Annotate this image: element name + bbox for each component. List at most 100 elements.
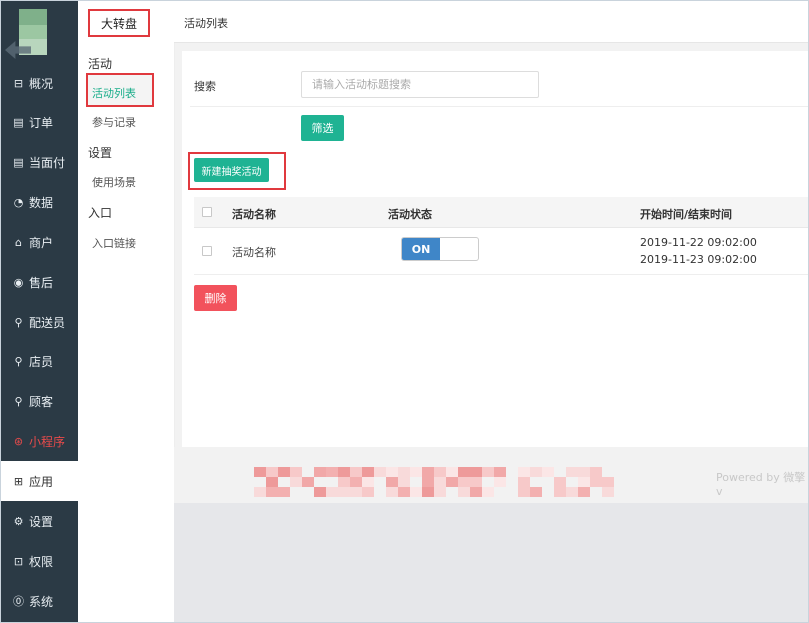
merchant-icon: ⌂	[15, 235, 22, 249]
redaction-pixel	[314, 467, 326, 477]
sidebar-item-label: 权限	[29, 554, 54, 569]
submenu-title: 大转盘	[88, 9, 150, 37]
redaction-pixel	[314, 487, 326, 497]
submenu-item-scenes[interactable]: 使用场景	[92, 174, 136, 190]
sidebar-item-orders[interactable]: ▤ 订单	[1, 102, 78, 142]
redaction-pixel	[326, 487, 338, 497]
sidebar-item-settings[interactable]: ⚙ 设置	[1, 501, 78, 541]
redaction-pixel	[266, 477, 278, 487]
redaction-pixel	[350, 487, 362, 497]
redaction-pixel	[422, 467, 434, 477]
redaction-pixel	[590, 477, 602, 487]
select-all-checkbox[interactable]	[202, 207, 212, 217]
submenu-group-settings: 设置	[88, 146, 113, 160]
redaction-pixel	[350, 477, 362, 487]
redaction-pixel	[410, 487, 422, 497]
column-header-name: 活动名称	[232, 208, 276, 221]
divider	[190, 106, 808, 107]
main-sidebar: ⊟ 概况 ▤ 订单 ▤ 当面付 ◔ 数据 ⌂ 商户 ◉ 售后 ⚲ 配送员 ⚲ 店	[1, 1, 78, 622]
status-toggle[interactable]: ON	[401, 237, 479, 261]
redaction-pixel	[518, 467, 530, 477]
redaction-pixel	[278, 467, 290, 477]
redaction-pixel	[398, 477, 410, 487]
data-icon: ◔	[13, 195, 24, 209]
redaction-pixel	[494, 467, 506, 477]
delete-button[interactable]: 删除	[194, 285, 237, 311]
redaction-pixel	[302, 477, 314, 487]
lock-icon: ⊡	[13, 554, 24, 568]
redaction-pixel	[446, 477, 458, 487]
sidebar-item-after-sales[interactable]: ◉ 售后	[1, 262, 78, 302]
redaction-pixel	[566, 487, 578, 497]
sidebar-item-clerk[interactable]: ⚲ 店员	[1, 341, 78, 381]
submenu-item-records[interactable]: 参与记录	[92, 114, 136, 130]
redaction-pixel	[266, 467, 278, 477]
sidebar-item-overview[interactable]: ⊟ 概况	[1, 63, 78, 103]
activity-name: 活动名称	[232, 246, 276, 259]
redaction-pixel	[578, 477, 590, 487]
redaction-pixel	[554, 487, 566, 497]
table-row: 活动名称 ON 2019-11-22 09:02:00 2019-11-23 0…	[194, 228, 808, 275]
sidebar-item-label: 售后	[29, 275, 54, 290]
redaction-pixel	[554, 477, 566, 487]
redaction-pixel	[434, 477, 446, 487]
sidebar-item-label: 设置	[29, 514, 54, 529]
redaction-pixel	[362, 477, 374, 487]
redaction-pixel	[278, 487, 290, 497]
redaction-pixel	[578, 487, 590, 497]
sidebar-item-mini-program[interactable]: ⊛ 小程序	[1, 421, 78, 461]
sidebar-item-apps[interactable]: ⊞ 应用	[1, 461, 78, 501]
redaction-pixel	[494, 477, 506, 487]
settings-icon: ⚙	[13, 514, 24, 528]
after-sales-icon: ◉	[13, 275, 24, 289]
redaction-pixel	[482, 487, 494, 497]
redaction-pixel	[338, 477, 350, 487]
redaction-pixel	[458, 467, 470, 477]
sidebar-item-label: 数据	[29, 195, 54, 210]
redaction-pixel	[422, 487, 434, 497]
end-time: 2019-11-23 09:02:00	[640, 253, 757, 266]
sidebar-item-system[interactable]: ⓪ 系统	[1, 581, 78, 621]
redaction-pixel	[386, 477, 398, 487]
create-activity-button[interactable]: 新建抽奖活动	[194, 158, 269, 182]
submenu-item-activity-list[interactable]: 活动列表	[92, 85, 136, 101]
submenu-group-activity: 活动	[88, 57, 113, 71]
submenu-group-entry: 入口	[88, 206, 113, 220]
redaction-pixel	[530, 487, 542, 497]
redaction-pixel	[470, 487, 482, 497]
redaction-pixel	[386, 467, 398, 477]
redaction-pixel	[338, 487, 350, 497]
sidebar-item-permissions[interactable]: ⊡ 权限	[1, 541, 78, 581]
sidebar-item-label: 概况	[29, 76, 54, 91]
sidebar-item-face-pay[interactable]: ▤ 当面付	[1, 142, 78, 182]
submenu-item-entry-link[interactable]: 入口链接	[92, 235, 136, 251]
redaction-pixel	[398, 487, 410, 497]
sidebar-item-merchant[interactable]: ⌂ 商户	[1, 222, 78, 262]
page-header: 活动列表	[174, 1, 808, 43]
courier-icon: ⚲	[14, 315, 23, 329]
column-header-status: 活动状态	[388, 208, 432, 221]
filter-button[interactable]: 筛选	[301, 115, 344, 141]
sidebar-item-label: 商户	[29, 235, 54, 250]
sidebar-item-courier[interactable]: ⚲ 配送员	[1, 302, 78, 342]
redaction-pixel	[482, 467, 494, 477]
face-pay-icon: ▤	[13, 155, 24, 169]
redaction-pixel	[398, 467, 410, 477]
redaction-pixel	[590, 467, 602, 477]
sidebar-item-label: 顾客	[29, 394, 54, 409]
search-input[interactable]	[301, 71, 539, 98]
redaction-pixel	[254, 467, 266, 477]
redaction-pixel	[542, 467, 554, 477]
column-header-time: 开始时间/结束时间	[640, 208, 733, 221]
page-title: 活动列表	[184, 17, 228, 30]
row-checkbox[interactable]	[202, 246, 212, 256]
redaction-pixel	[602, 477, 614, 487]
redaction-pixel	[566, 467, 578, 477]
sidebar-item-label: 应用	[29, 474, 54, 489]
redaction-pixel	[386, 487, 398, 497]
redaction-pixel	[518, 477, 530, 487]
sidebar-item-data[interactable]: ◔ 数据	[1, 182, 78, 222]
apps-icon: ⊞	[13, 474, 24, 488]
redaction-pixel	[446, 467, 458, 477]
sidebar-item-customer[interactable]: ⚲ 顾客	[1, 381, 78, 421]
